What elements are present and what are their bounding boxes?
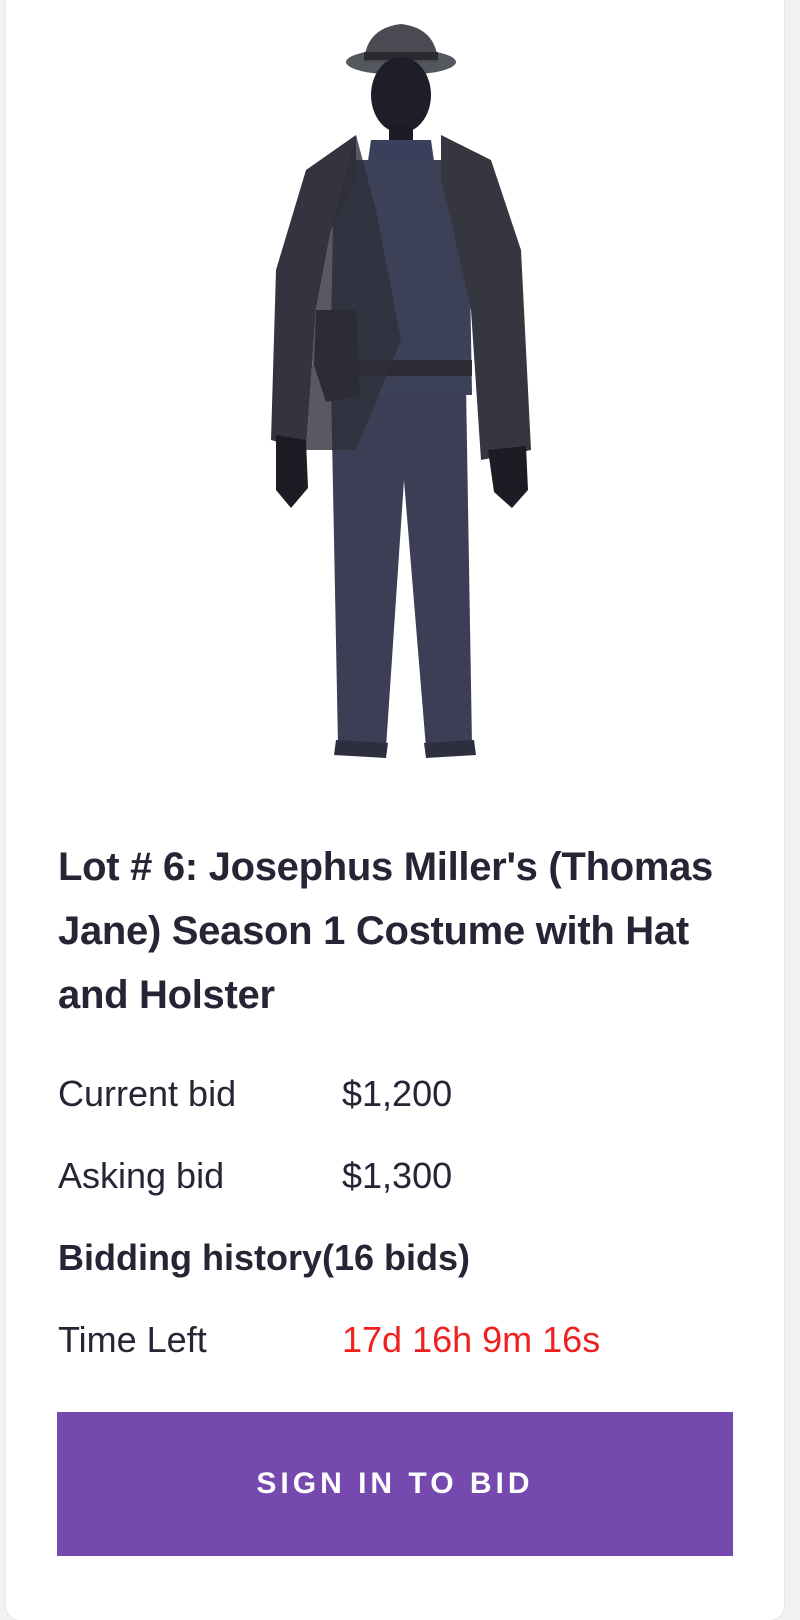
bidding-history-link[interactable]: Bidding history(16 bids) (58, 1236, 758, 1280)
mannequin-head (371, 57, 431, 133)
time-left-countdown: 17d 16h 9m 16s (342, 1319, 601, 1360)
left-hand (276, 435, 308, 508)
right-hand (488, 446, 528, 508)
current-bid-label: Current bid (58, 1073, 237, 1114)
lot-title: Lot # 6: Josephus Miller's (Thomas Jane)… (58, 845, 713, 1017)
time-left-label: Time Left (58, 1319, 207, 1360)
auction-lot-card: Lot # 6: Josephus Miller's (Thomas Jane)… (6, 0, 784, 1620)
current-bid-value: $1,200 (342, 1073, 453, 1114)
asking-bid-row: Asking bid $1,300 (58, 1154, 758, 1198)
asking-bid-label: Asking bid (58, 1155, 225, 1196)
shoes (334, 740, 476, 758)
lot-image[interactable] (236, 10, 566, 780)
time-left-row: Time Left 17d 16h 9m 16s (58, 1318, 758, 1362)
sign-in-to-bid-label: SIGN IN TO BID (256, 1467, 534, 1500)
asking-bid-value: $1,300 (342, 1155, 453, 1196)
bidding-history-label[interactable]: Bidding history(16 bids) (58, 1236, 470, 1280)
sign-in-to-bid-button[interactable]: SIGN IN TO BID (57, 1412, 733, 1556)
current-bid-row: Current bid $1,200 (58, 1072, 758, 1116)
